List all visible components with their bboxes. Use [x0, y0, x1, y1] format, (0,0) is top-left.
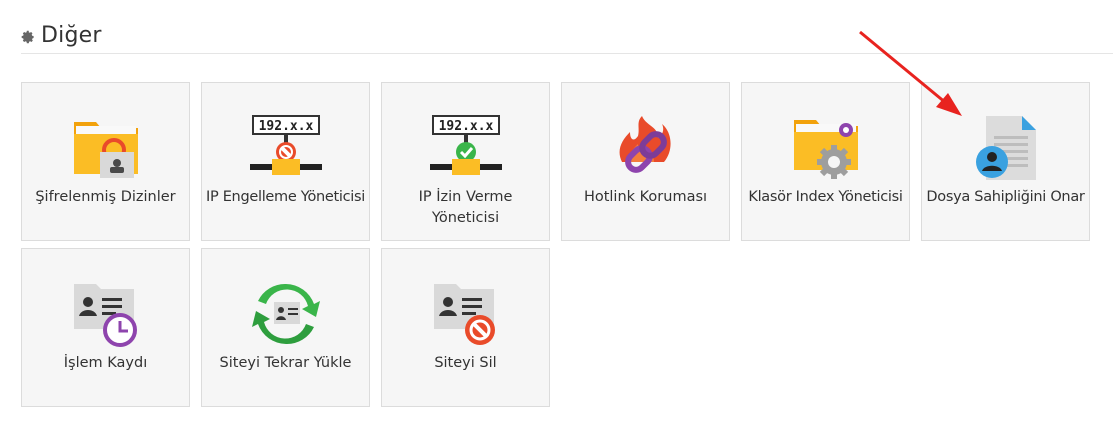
tile-label: Şifrelenmiş Dizinler: [35, 189, 176, 205]
tile-activity-log[interactable]: İşlem Kaydı: [21, 248, 190, 407]
tile-ip-blocker[interactable]: 192.x.x IP Engelleme Yöneticisi: [201, 82, 370, 241]
tile-encrypted-directories[interactable]: Şifrelenmiş Dizinler: [21, 82, 190, 241]
tile-folder-index-manager[interactable]: Klasör Index Yöneticisi: [741, 82, 910, 241]
encrypted-folder-icon: [73, 122, 138, 178]
tile-label: İşlem Kaydı: [63, 355, 148, 371]
tile-label: Siteyi Tekrar Yükle: [219, 355, 352, 371]
tile-ip-allow[interactable]: 192.x.x IP İzin Verme Yöneticisi: [381, 82, 550, 241]
tile-reload-site[interactable]: Siteyi Tekrar Yükle: [201, 248, 370, 407]
tile-label: IP İzin Verme Yöneticisi: [418, 189, 513, 226]
reload-site-icon: [251, 283, 320, 345]
hotlink-icon: [619, 116, 671, 173]
tile-label: Dosya Sahipliğini Onar: [926, 189, 1085, 205]
file-owner-icon: [975, 116, 1036, 180]
tile-fix-file-ownership[interactable]: Dosya Sahipliğini Onar: [921, 82, 1090, 241]
tile-label: Siteyi Sil: [434, 355, 497, 371]
delete-site-icon: [433, 284, 495, 345]
tile-label: Hotlink Koruması: [583, 189, 708, 205]
ip-allow-icon: 192.x.x: [429, 115, 502, 175]
tile-hotlink-protection[interactable]: Hotlink Koruması: [561, 82, 730, 241]
tile-label: IP Engelleme Yöneticisi: [205, 189, 366, 205]
section-title: Diğer: [41, 23, 102, 48]
ip-text: 192.x.x: [438, 119, 493, 134]
gear-icon: [21, 30, 34, 43]
folder-settings-icon: [793, 120, 858, 179]
tile-delete-site[interactable]: Siteyi Sil: [381, 248, 550, 407]
tile-label: Klasör Index Yöneticisi: [748, 189, 903, 205]
activity-log-icon: [73, 284, 137, 347]
ip-block-icon: 192.x.x: [249, 115, 322, 175]
ip-text: 192.x.x: [258, 119, 313, 134]
section-header: Diğer: [21, 18, 1113, 54]
